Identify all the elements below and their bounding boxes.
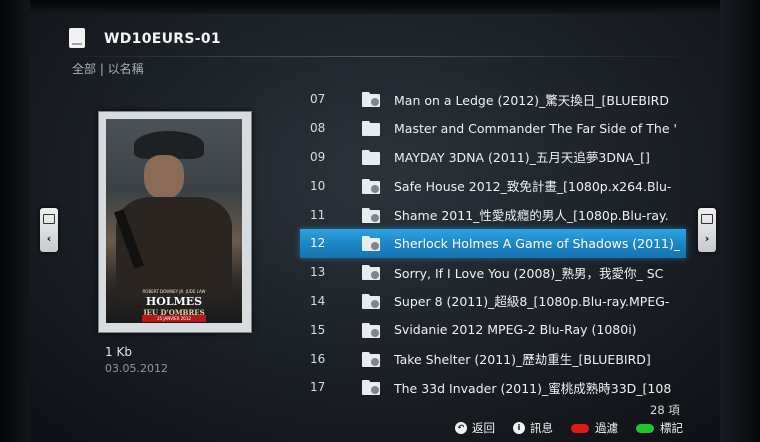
list-item[interactable]: 16 Take Shelter (2011)_歷劫重生_[BLUEBIRD]: [300, 344, 686, 373]
drive-icon: [69, 28, 85, 48]
item-name: Master and Commander The Far Side of The…: [394, 120, 677, 136]
info-button[interactable]: i 訊息: [513, 420, 553, 436]
movie-poster: ROBERT DOWNEY JR. JUDE LAW HOLMES JEU D'…: [106, 119, 242, 323]
book-icon: [43, 214, 55, 224]
mark-label: 標記: [660, 421, 683, 435]
media-folder-icon: [362, 293, 382, 309]
breadcrumb[interactable]: 全部 | 以名稱: [72, 60, 144, 77]
item-name: The 33d Invader (2011)_蜜桃成熟時33D_[108: [394, 380, 672, 396]
media-folder-icon: [362, 351, 382, 367]
header-divider: [40, 56, 710, 57]
back-label: 返回: [472, 421, 495, 435]
bezel-right: [720, 0, 760, 442]
list-item[interactable]: 14 Super 8 (2011)_超級8_[1080p.Blu-ray.MPEG…: [300, 287, 686, 316]
item-number: 09: [310, 149, 326, 164]
list-item[interactable]: 09 MAYDAY 3DNA (2011)_五月天追夢3DNA_[]: [300, 143, 686, 172]
folder-body: [362, 151, 380, 165]
footer-hints: ↶ 返回 i 訊息 過濾 標記: [455, 420, 701, 436]
info-label: 訊息: [530, 421, 553, 435]
item-name: Shame 2011_性愛成癮的男人_[1080p.Blu-ray.: [394, 208, 669, 224]
mark-button[interactable]: 標記: [636, 420, 683, 436]
item-name: Super 8 (2011)_超級8_[1080p.Blu-ray.MPEG-: [394, 294, 670, 310]
list-item[interactable]: 17 The 33d Invader (2011)_蜜桃成熟時33D_[108: [300, 373, 686, 402]
left-panel-tab[interactable]: ‹: [40, 208, 58, 252]
media-folder-icon: [362, 178, 382, 194]
folder-body: [362, 123, 380, 137]
media-folder-icon: [362, 379, 382, 396]
media-badge-icon: [371, 299, 379, 308]
folder-icon: [362, 149, 382, 165]
green-key-icon: [636, 423, 654, 433]
media-folder-icon: [362, 264, 382, 281]
item-number: 08: [310, 121, 326, 136]
item-count: 28 項: [650, 403, 680, 417]
item-name: Safe House 2012_致免計畫_[1080p.x264.Blu-: [394, 179, 672, 195]
poster-face: [144, 155, 184, 199]
list-item[interactable]: 13 Sorry, If I Love You (2008)_熟男，我愛你_ SC: [300, 258, 686, 287]
list-item[interactable]: 15 Svidanie 2012 MPEG-2 Blu-Ray (1080i): [300, 315, 686, 344]
filter-label: 過濾: [595, 421, 618, 435]
item-name: Sorry, If I Love You (2008)_熟男，我愛你_ SC: [394, 265, 664, 281]
edit-icon: [701, 214, 713, 224]
item-name: MAYDAY 3DNA (2011)_五月天追夢3DNA_[]: [394, 150, 650, 166]
item-number: 07: [310, 92, 326, 107]
item-name: Take Shelter (2011)_歷劫重生_[BLUEBIRD]: [394, 352, 651, 368]
media-folder-icon: [362, 322, 382, 338]
item-number: 11: [310, 207, 326, 222]
item-number: 17: [310, 380, 326, 395]
poster-title: HOLMES: [145, 295, 203, 308]
right-panel-tab[interactable]: ›: [698, 208, 716, 252]
media-badge-icon: [371, 357, 379, 366]
list-item[interactable]: 08 Master and Commander The Far Side of T…: [300, 114, 686, 143]
item-number: 14: [310, 293, 326, 308]
media-badge-icon: [371, 184, 379, 193]
file-size: 1 Kb: [105, 345, 132, 359]
bezel-top: [0, 0, 760, 14]
media-folder-icon: [362, 91, 382, 108]
list-item[interactable]: 11 Shame 2011_性愛成癮的男人_[1080p.Blu-ray.: [300, 200, 686, 229]
list-item[interactable]: 12 Sherlock Holmes A Game of Shadows (201…: [300, 228, 686, 258]
file-list: 07 Man on a Ledge (2012)_驚天換日_[BLUEBIRD 08…: [300, 85, 686, 402]
poster-date-banner: 25 JANVIER 2012: [142, 315, 206, 322]
back-button[interactable]: ↶ 返回: [455, 420, 495, 436]
media-badge-icon: [371, 213, 379, 222]
list-item[interactable]: 07 Man on a Ledge (2012)_驚天換日_[BLUEBIRD: [300, 85, 686, 114]
chevron-right-icon: ›: [704, 232, 710, 245]
filter-button[interactable]: 過濾: [571, 420, 618, 436]
media-folder-icon: [362, 207, 382, 223]
item-number: 16: [310, 351, 326, 366]
info-icon: i: [513, 422, 525, 434]
folder-icon: [362, 120, 382, 137]
item-number: 10: [310, 178, 326, 193]
item-number: 13: [310, 265, 326, 280]
item-number: 15: [310, 322, 326, 337]
red-key-icon: [571, 423, 589, 433]
chevron-left-icon: ‹: [46, 232, 52, 245]
poster-credit: ROBERT DOWNEY JR. JUDE LAW: [142, 289, 206, 294]
media-folder-icon: [362, 235, 382, 252]
back-icon: ↶: [455, 422, 467, 434]
bezel-left: [0, 0, 30, 442]
list-item[interactable]: 10 Safe House 2012_致免計畫_[1080p.x264.Blu-: [300, 171, 686, 200]
page-title: WD10EURS-01: [104, 31, 221, 47]
item-number: 12: [310, 236, 326, 251]
screen: WD10EURS-01 全部 | 以名稱 ROBERT DOWNEY JR. J…: [0, 0, 760, 442]
media-badge-icon: [371, 328, 379, 337]
item-name: Sherlock Holmes A Game of Shadows (2011)…: [394, 235, 681, 251]
file-date: 03.05.2012: [105, 362, 168, 375]
item-name: Man on a Ledge (2012)_驚天換日_[BLUEBIRD: [394, 92, 669, 108]
item-name: Svidanie 2012 MPEG-2 Blu-Ray (1080i): [394, 322, 637, 338]
poster-frame: ROBERT DOWNEY JR. JUDE LAW HOLMES JEU D'…: [98, 111, 252, 333]
